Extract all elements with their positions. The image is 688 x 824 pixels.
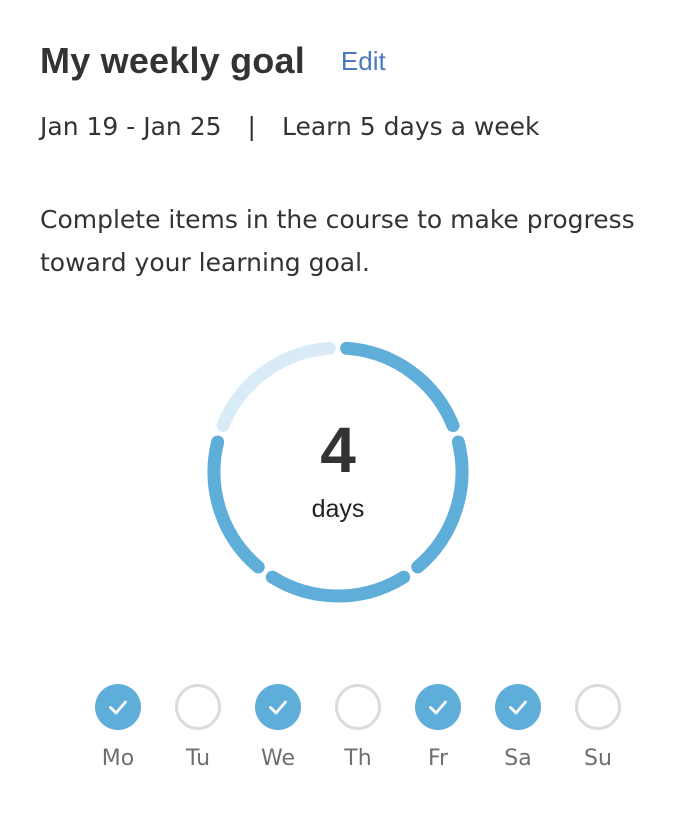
day-label: Mo [101,746,135,771]
day-item-mo: Mo [78,684,158,771]
edit-goal-link[interactable]: Edit [341,46,386,77]
day-incomplete-indicator [575,684,621,730]
day-item-tu: Tu [158,684,238,771]
day-complete-indicator [495,684,541,730]
progress-ring: 4 days [203,337,473,607]
day-label: We [261,746,295,771]
date-range: Jan 19 - Jan 25 [40,112,222,141]
day-item-fr: Fr [398,684,478,771]
checkmark-icon [269,700,287,715]
day-item-su: Su [558,684,638,771]
day-label: Tu [185,746,211,771]
goal-text: Learn 5 days a week [281,112,540,141]
day-item-th: Th [318,684,398,771]
day-complete-indicator [95,684,141,730]
day-label: Su [584,746,612,771]
day-label: Th [344,746,372,771]
meta-separator: | [247,112,256,141]
goal-meta: Jan 19 - Jan 25 | Learn 5 days a week [40,112,540,141]
day-label: Sa [504,746,532,771]
day-tracker: Mo Tu We Th Fr Sa Su [78,684,621,784]
progress-ring-center: 4 days [203,337,473,607]
checkmark-icon [109,700,127,715]
day-item-sa: Sa [478,684,558,771]
day-complete-indicator [415,684,461,730]
day-item-we: We [238,684,318,771]
goal-description: Complete items in the course to make pro… [40,205,635,277]
day-label: Fr [427,746,449,771]
checkmark-icon [429,700,447,715]
progress-count: 4 [320,414,356,486]
progress-unit: days [311,495,365,523]
day-complete-indicator [255,684,301,730]
goal-header: My weekly goal Edit [40,38,386,84]
page-title: My weekly goal [40,40,305,81]
checkmark-icon [509,700,527,715]
day-incomplete-indicator [175,684,221,730]
day-incomplete-indicator [335,684,381,730]
